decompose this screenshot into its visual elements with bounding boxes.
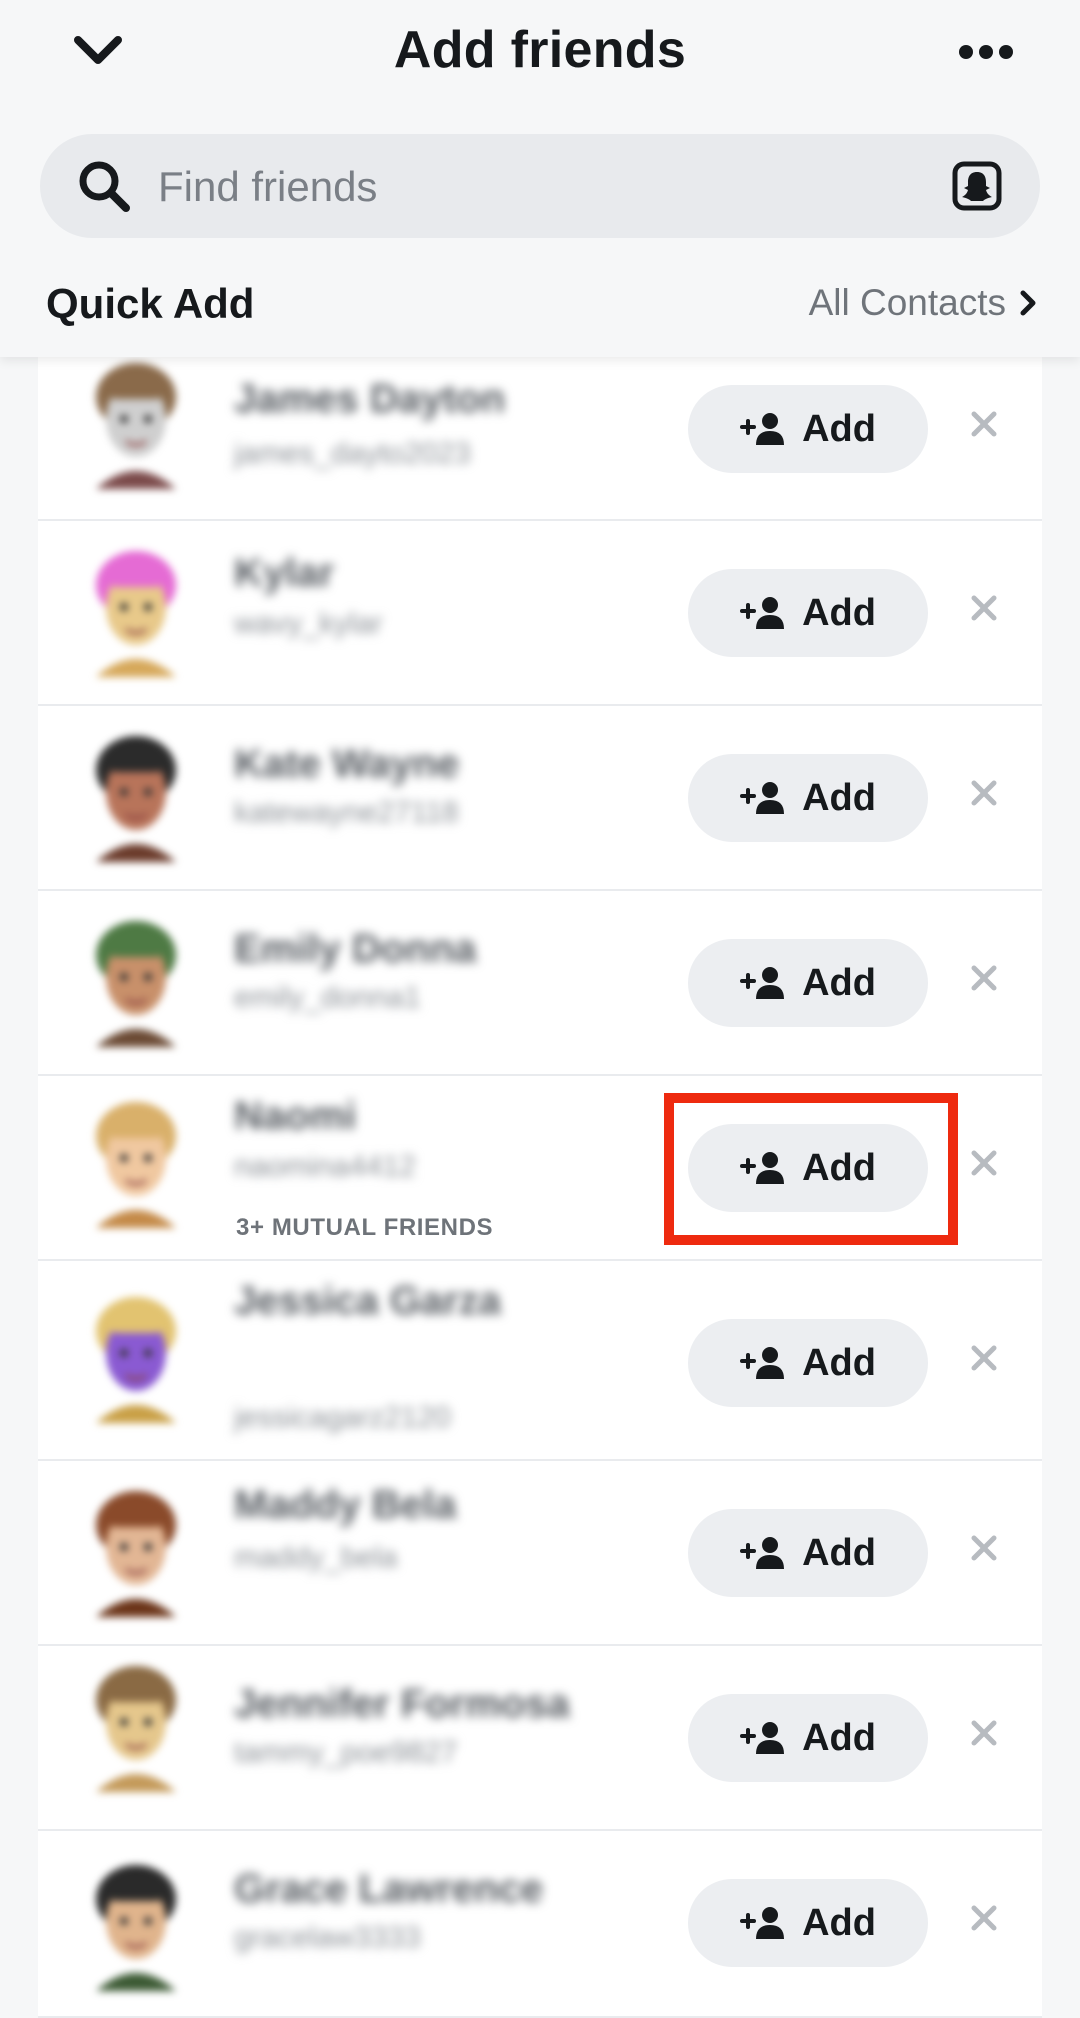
dismiss-suggestion-button[interactable] <box>966 406 1002 442</box>
add-button-label: Add <box>802 1146 876 1189</box>
top-bar: Add friends Quick Add All Contacts <box>0 0 1080 357</box>
friend-row: Kylar wavy_kylar Add <box>38 521 1042 706</box>
friend-display-name: Naomi <box>234 1094 357 1138</box>
bitmoji-avatar[interactable] <box>80 1096 192 1228</box>
friend-row: Naomi naomina4412 3+ MUTUAL FRIENDS Add <box>38 1076 1042 1261</box>
friend-username: naomina4412 <box>234 1150 416 1183</box>
friend-display-name: Kylar <box>234 551 335 595</box>
add-person-icon <box>740 1347 785 1379</box>
add-button-label: Add <box>802 1901 876 1944</box>
dismiss-suggestion-button[interactable] <box>966 775 1002 811</box>
dismiss-suggestion-button[interactable] <box>966 1715 1002 1751</box>
bitmoji-avatar[interactable] <box>80 1485 192 1617</box>
add-friend-button[interactable]: Add <box>688 754 928 842</box>
add-friend-button[interactable]: Add <box>688 569 928 657</box>
close-icon <box>971 1150 997 1176</box>
add-button-label: Add <box>802 776 876 819</box>
bitmoji-avatar[interactable] <box>80 730 192 862</box>
mutual-friends-label: 3+ MUTUAL FRIENDS <box>236 1214 494 1241</box>
add-friend-button[interactable]: Add <box>688 1694 928 1782</box>
friend-row: Jennifer Formosa tammy_poe9827 Add <box>38 1646 1042 1831</box>
all-contacts-link[interactable]: All Contacts <box>809 282 1036 324</box>
friend-username: wavy_kylar <box>234 607 383 640</box>
search-bar[interactable] <box>40 134 1040 238</box>
friend-display-name: Kate Wayne <box>234 742 460 786</box>
friend-username: gracelaw3333 <box>234 1921 421 1954</box>
add-person-icon <box>740 1722 785 1754</box>
friend-display-name: Emily Donna <box>234 927 477 971</box>
dismiss-suggestion-button[interactable] <box>966 1530 1002 1566</box>
add-person-icon <box>740 782 785 814</box>
bitmoji-avatar[interactable] <box>80 1859 192 1991</box>
dismiss-suggestion-button[interactable] <box>966 960 1002 996</box>
add-friend-button[interactable]: Add <box>688 1319 928 1407</box>
bitmoji-avatar[interactable] <box>80 357 192 489</box>
add-button-label: Add <box>802 1341 876 1384</box>
friend-username: tammy_poe9827 <box>234 1736 458 1769</box>
add-friend-button[interactable]: Add <box>688 385 928 473</box>
add-button-label: Add <box>802 1716 876 1759</box>
more-options-button[interactable] <box>956 34 1016 70</box>
add-button-label: Add <box>802 961 876 1004</box>
close-icon <box>971 1535 997 1561</box>
add-button-label: Add <box>802 1531 876 1574</box>
friend-username: maddy_bela <box>234 1541 398 1574</box>
search-icon <box>79 161 130 212</box>
friend-display-name: Maddy Bela <box>234 1483 457 1527</box>
friend-row: Maddy Bela maddy_bela Add <box>38 1461 1042 1646</box>
add-person-icon <box>740 1907 785 1939</box>
dismiss-suggestion-button[interactable] <box>966 1900 1002 1936</box>
friend-row: Grace Lawrence gracelaw3333 Add <box>38 1831 1042 2018</box>
add-friend-button[interactable]: Add <box>688 939 928 1027</box>
bitmoji-avatar[interactable] <box>80 1660 192 1792</box>
page-title: Add friends <box>393 21 687 79</box>
all-contacts-label: All Contacts <box>808 282 1006 323</box>
close-icon <box>971 965 997 991</box>
friend-username: jessicagarz2120 <box>234 1401 451 1434</box>
friend-row: Kate Wayne katewayne27118 Add <box>38 706 1042 891</box>
quick-add-list: James Dayton james_dayto2023 Add Kylar wav… <box>38 357 1042 2018</box>
friend-username: james_dayto2023 <box>234 437 471 470</box>
bitmoji-avatar[interactable] <box>80 915 192 1047</box>
dismiss-suggestion-button[interactable] <box>966 1340 1002 1376</box>
search-input[interactable] <box>156 152 920 222</box>
add-friend-button[interactable]: Add <box>688 1509 928 1597</box>
bitmoji-avatar[interactable] <box>80 545 192 677</box>
add-friend-button[interactable]: Add <box>688 1879 928 1967</box>
close-icon <box>971 1720 997 1746</box>
add-person-icon <box>740 967 785 999</box>
add-person-icon <box>740 413 785 445</box>
quick-add-title: Quick Add <box>46 280 255 327</box>
dismiss-suggestion-button[interactable] <box>966 1145 1002 1181</box>
friend-username: emily_donna1 <box>234 981 421 1014</box>
add-friend-button[interactable]: Add <box>688 1124 928 1212</box>
add-button-label: Add <box>802 407 876 450</box>
close-icon <box>971 1345 997 1371</box>
friend-row: Jessica Garza jessicagarz2120 Add <box>38 1261 1042 1461</box>
dismiss-suggestion-button[interactable] <box>966 590 1002 626</box>
close-icon <box>971 780 997 806</box>
close-icon <box>971 595 997 621</box>
friend-display-name: Jennifer Formosa <box>234 1682 570 1726</box>
bitmoji-avatar[interactable] <box>80 1291 192 1423</box>
add-person-icon <box>740 597 785 629</box>
friend-display-name: James Dayton <box>234 377 506 421</box>
add-button-label: Add <box>802 591 876 634</box>
snapcode-scan-icon[interactable] <box>952 161 1002 211</box>
chevron-right-icon <box>1020 290 1036 316</box>
ellipsis-icon <box>959 45 1013 59</box>
close-icon <box>971 1905 997 1931</box>
add-person-icon <box>740 1152 785 1184</box>
friend-username: katewayne27118 <box>234 796 459 829</box>
close-icon <box>971 411 997 437</box>
add-person-icon <box>740 1537 785 1569</box>
friend-row: Emily Donna emily_donna1 Add <box>38 891 1042 1076</box>
friend-display-name: Jessica Garza <box>234 1279 501 1323</box>
friend-display-name: Grace Lawrence <box>234 1867 544 1911</box>
